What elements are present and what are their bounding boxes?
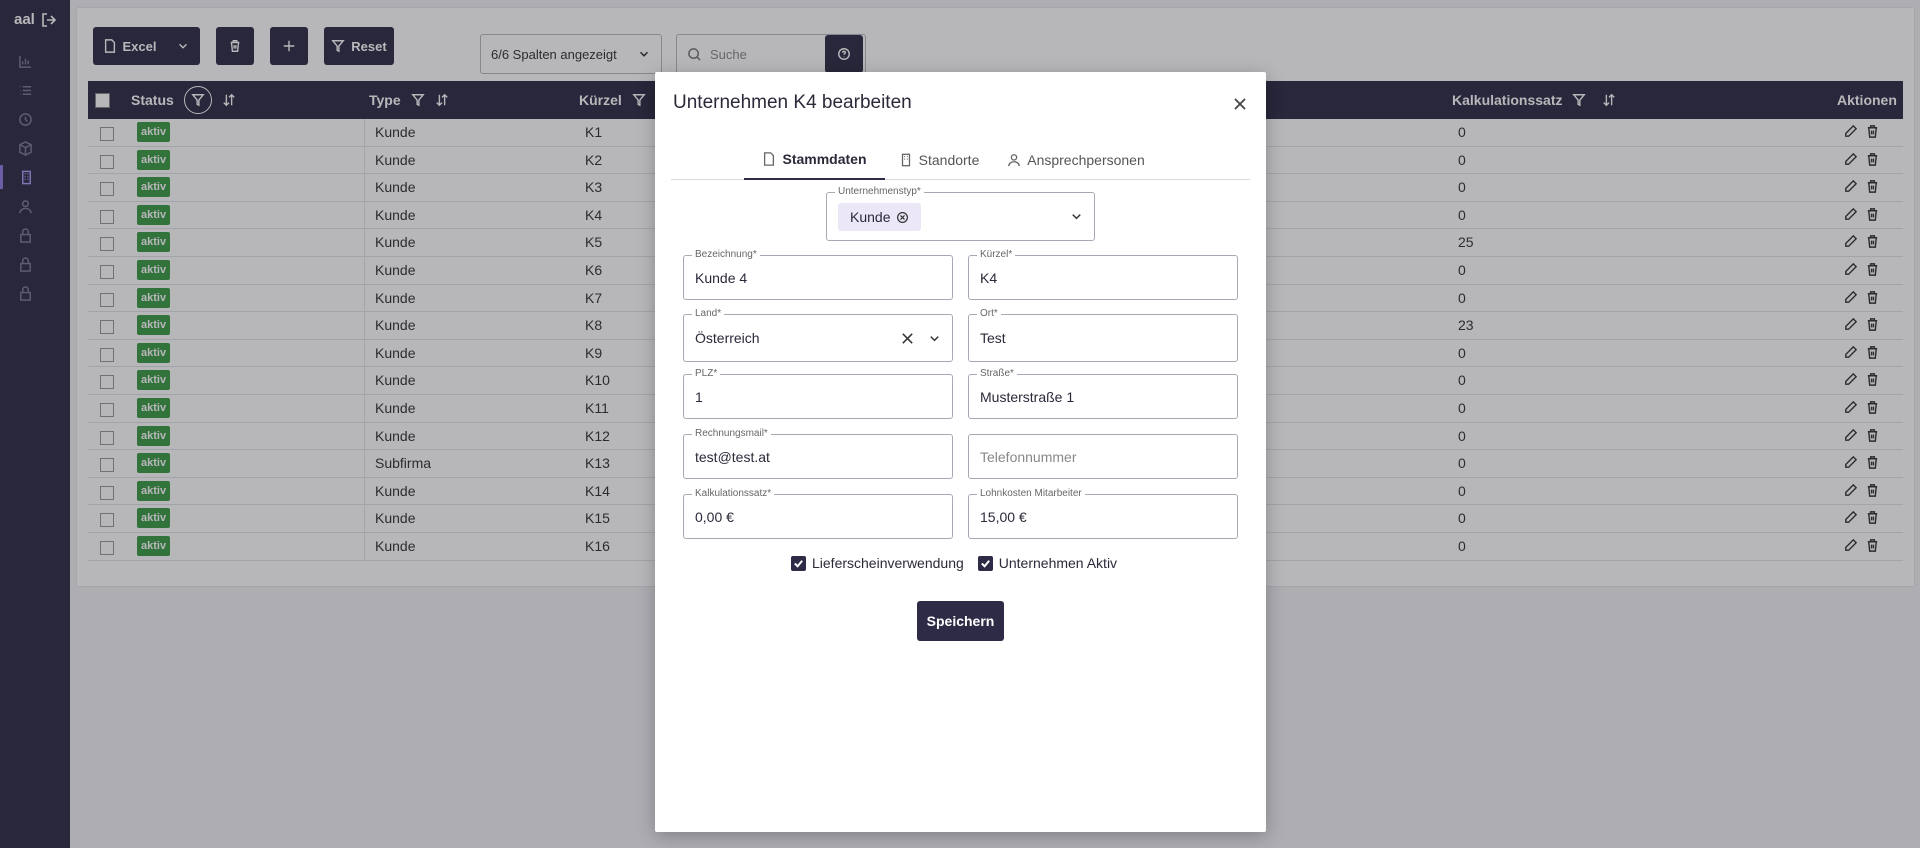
land-label: Land* xyxy=(692,308,725,320)
telefonnummer-placeholder: Telefonnummer xyxy=(980,449,1077,465)
unternehmen-aktiv-checkbox[interactable]: Unternehmen Aktiv xyxy=(977,555,1118,571)
strasse-value: Musterstraße 1 xyxy=(980,389,1075,405)
bezeichnung-field[interactable]: Bezeichnung* Kunde 4 xyxy=(683,249,953,300)
ort-field[interactable]: Ort* Test xyxy=(968,308,1238,362)
unternehmen-aktiv-label: Unternehmen Aktiv xyxy=(998,555,1118,571)
checkbox-checked-icon[interactable] xyxy=(977,555,993,571)
kalkulationssatz-value: 0,00 € xyxy=(695,509,734,525)
tab-stammdaten[interactable]: Stammdaten xyxy=(744,140,885,180)
edit-company-dialog: Unternehmen K4 bearbeiten Stammdaten Sta… xyxy=(655,72,1266,832)
dialog-title: Unternehmen K4 bearbeiten xyxy=(673,92,912,113)
lieferscheinverwendung-label: Lieferscheinverwendung xyxy=(812,555,964,571)
lohnkosten-label: Lohnkosten Mitarbeiter xyxy=(977,488,1085,500)
checkbox-checked-icon[interactable] xyxy=(791,555,806,571)
ort-label: Ort* xyxy=(977,308,1001,320)
rechnungsmail-value: test@test.at xyxy=(695,449,770,465)
rechnungsmail-field[interactable]: Rechnungsmail* test@test.at xyxy=(683,428,953,479)
save-button[interactable]: Speichern xyxy=(917,601,1004,641)
unternehmenstyp-label: Unternehmenstyp* xyxy=(835,186,924,198)
tab-stammdaten-label: Stammdaten xyxy=(782,151,867,167)
kalkulationssatz-label: Kalkulationssatz* xyxy=(692,488,775,500)
telefonnummer-field[interactable]: Telefonnummer xyxy=(968,434,1238,479)
tab-standorte[interactable]: Standorte xyxy=(889,140,989,180)
land-value: Österreich xyxy=(695,330,760,346)
bezeichnung-label: Bezeichnung* xyxy=(692,249,760,261)
remove-chip-icon[interactable] xyxy=(896,211,909,224)
lieferscheinverwendung-checkbox[interactable]: Lieferscheinverwendung xyxy=(791,555,964,571)
plz-field[interactable]: PLZ* 1 xyxy=(683,368,953,419)
tab-standorte-label: Standorte xyxy=(918,152,980,168)
land-select[interactable]: Land* Österreich xyxy=(683,308,953,362)
close-icon[interactable] xyxy=(1232,96,1248,112)
tab-ansprechpersonen[interactable]: Ansprechpersonen xyxy=(1001,140,1151,180)
chevron-down-icon xyxy=(930,336,939,342)
lohnkosten-value: 15,00 € xyxy=(980,509,1027,525)
user-icon xyxy=(1008,154,1021,167)
chevron-down-icon xyxy=(1072,214,1081,220)
plz-value: 1 xyxy=(695,389,703,405)
unternehmenstyp-select[interactable]: Unternehmenstyp* Kunde xyxy=(826,186,1095,241)
checkbox-group: Lieferscheinverwendung Unternehmen Aktiv xyxy=(791,555,1117,571)
kuerzel-field[interactable]: Kürzel* K4 xyxy=(968,249,1238,300)
ort-value: Test xyxy=(980,330,1006,346)
strasse-field[interactable]: Straße* Musterstraße 1 xyxy=(968,368,1238,419)
lohnkosten-field[interactable]: Lohnkosten Mitarbeiter 15,00 € xyxy=(968,488,1238,539)
kalkulationssatz-field[interactable]: Kalkulationssatz* 0,00 € xyxy=(683,488,953,539)
tab-ansprechpersonen-label: Ansprechpersonen xyxy=(1027,152,1145,168)
dialog-tabs: Stammdaten Standorte Ansprechpersonen xyxy=(671,140,1250,180)
kuerzel-value: K4 xyxy=(980,270,998,286)
chip-label: Kunde xyxy=(850,209,891,225)
chip-kunde: Kunde xyxy=(838,203,922,231)
building-icon xyxy=(901,153,910,167)
file-icon xyxy=(764,152,775,166)
kuerzel-label: Kürzel* xyxy=(977,249,1016,261)
rechnungsmail-label: Rechnungsmail* xyxy=(692,428,771,440)
plz-label: PLZ* xyxy=(692,368,721,380)
bezeichnung-value: Kunde 4 xyxy=(695,270,748,286)
clear-icon[interactable] xyxy=(900,331,915,346)
strasse-label: Straße* xyxy=(977,368,1017,380)
